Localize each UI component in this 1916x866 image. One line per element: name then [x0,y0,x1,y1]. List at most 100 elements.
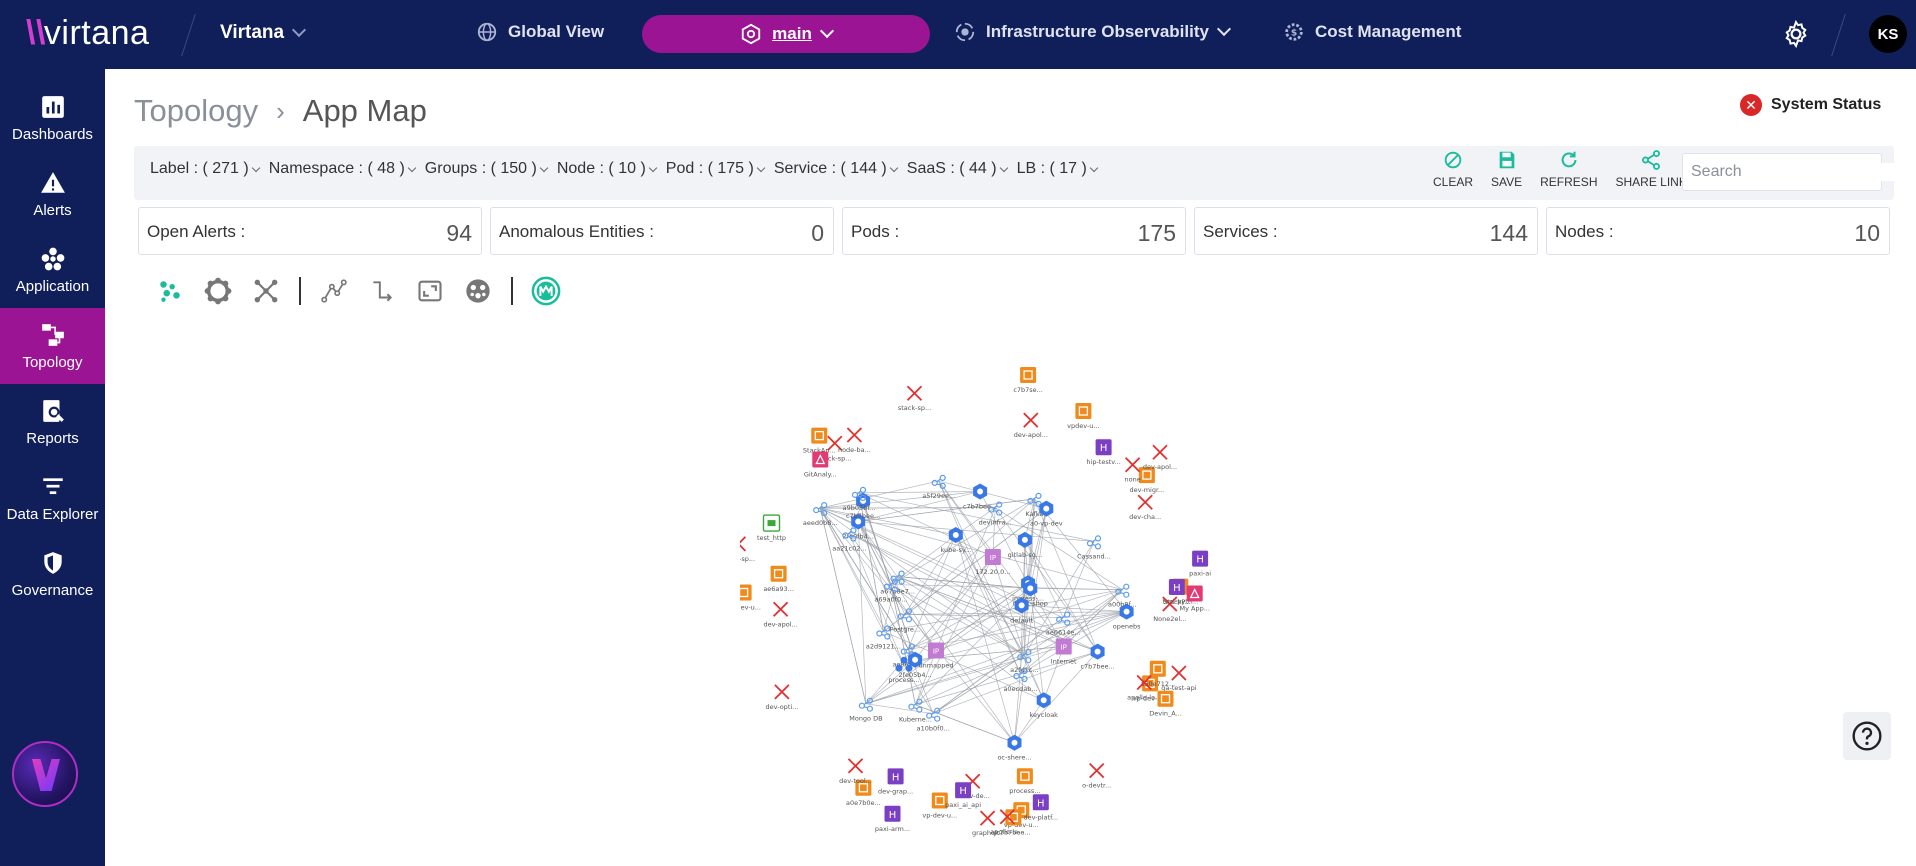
graph-node-err[interactable]: dev-cha... [1129,494,1161,521]
graph-node-lb[interactable]: process... [1009,768,1040,795]
virtana-badge-logo[interactable] [12,741,78,807]
graph-node-saas[interactable]: Hpaxi-ai [1189,550,1211,578]
metric-toggle-button[interactable] [531,276,561,306]
hexagon-icon [741,23,761,45]
graph-node-svc[interactable]: Cassand... [1077,535,1111,561]
chevron-down-icon [1089,163,1099,172]
graph-node-err[interactable]: node-ba... [838,427,871,454]
help-icon [1852,721,1882,751]
graph-node-saas[interactable]: Hpaxi-arm... [875,805,910,833]
graph-node-err[interactable]: o-devtr... [1082,762,1111,790]
stat-nodes[interactable]: Nodes : 10 [1546,207,1890,255]
sidebar-item-application[interactable]: Application [0,232,105,308]
sidebar-item-topology[interactable]: Topology [0,308,105,384]
graph-node-kube[interactable]: c7b7bee... [963,483,997,511]
chevron-down-icon [292,22,307,38]
search-input[interactable] [1691,163,1898,181]
filter-label: SaaS : ( 44 ) [906,160,997,177]
graph-node-saas[interactable]: Hhip-testv... [1086,439,1121,466]
graph-node-label: a0ecdab... [1003,685,1037,693]
graph-node-kube[interactable]: kube-sy... [940,527,971,554]
graph-node-err[interactable]: dev-opti... [765,684,798,711]
filter-dropdown[interactable]: Service : ( 144 ) [774,160,899,178]
stat-services[interactable]: Services : 144 [1194,207,1538,255]
sidebar-item-data-explorer[interactable]: Data Explorer [0,460,105,536]
filter-dropdown[interactable]: Namespace : ( 48 ) [269,160,417,178]
step-button[interactable] [367,276,397,306]
graph-node-lb[interactable]: ae6a93... [763,565,794,593]
topology-graph[interactable]: IPInternetvp-dev-u...o-devtr...dev-v-de.… [740,335,1300,865]
graph-node-err[interactable]: stack-sp... [740,536,755,563]
graph-node-err[interactable]: dev-apol... [1143,444,1177,471]
save-button[interactable]: SAVE [1482,149,1531,189]
expand-layout-button[interactable] [251,276,281,306]
circle-layout-button[interactable] [203,276,233,306]
stat-anomalous-entities[interactable]: Anomalous Entities : 0 [490,207,834,255]
cost-gear-icon: $ [1285,23,1303,41]
graph-node-label: dev-grap... [878,787,913,795]
graph-node-err[interactable]: stack-sp... [898,385,931,412]
graph-node-label: Devin_A... [1149,710,1182,718]
infra-icon [955,22,975,42]
graph-node-svc[interactable]: a5f29ee... [922,474,955,500]
nav-global-view[interactable]: Global View [476,21,604,43]
tenant-label: Virtana [220,22,285,43]
graph-node-err[interactable]: none [1124,457,1141,484]
graph-node-kube[interactable]: c7b7bee... [1080,643,1115,671]
warning-icon [40,171,65,193]
graph-node-http[interactable]: test_http [757,514,786,542]
graph-node-lb[interactable]: c7b7se... [1013,367,1043,394]
sidebar-item-reports[interactable]: Reports [0,384,105,460]
clear-button[interactable]: CLEAR [1424,149,1482,189]
refresh-button[interactable]: REFRESH [1531,149,1606,189]
filter-dropdown[interactable]: Pod : ( 175 ) [666,160,766,178]
sidebar-item-label: Dashboards [12,125,93,143]
filter-dropdown[interactable]: SaaS : ( 44 ) [906,160,1008,178]
filter-dropdown[interactable]: LB : ( 17 ) [1017,160,1099,178]
breadcrumb-topology[interactable]: Topology [134,93,258,129]
graph-node-kube[interactable]: oc-shere... [997,734,1032,762]
system-status[interactable]: ✕ System Status [1740,94,1881,116]
stat-pods[interactable]: Pods : 175 [842,207,1186,255]
nav-infra-label: Infrastructure Observability [986,22,1209,41]
graph-node-label: vpdev-u... [1067,422,1099,430]
filter-dropdown[interactable]: Label : ( 271 ) [150,160,260,178]
nav-infrastructure-observability[interactable]: Infrastructure Observability [954,21,1232,43]
share-icon [1642,150,1661,170]
graph-node-label: a2d9121... [866,643,901,651]
graph-node-label: Postgre... [890,625,920,633]
sidebar-item-alerts[interactable]: Alerts [0,156,105,232]
group-button[interactable] [463,276,493,306]
graph-node-lb[interactable]: vp-dev-u... [740,584,761,612]
filter-dropdown[interactable]: Groups : ( 150 ) [425,160,549,178]
svg-text:H: H [959,786,967,797]
graph-node-err[interactable]: dev-apol... [763,601,798,628]
workspace-selector[interactable]: main [642,15,930,53]
graph-node-err[interactable]: dev-tool... [839,758,872,785]
user-avatar[interactable]: KS [1869,15,1907,53]
graph-node-saas[interactable]: Hdev-grap... [878,768,913,795]
help-button[interactable] [1843,712,1891,760]
filter-dropdown[interactable]: Node : ( 10 ) [557,160,658,178]
graph-node-lb[interactable]: vpdev-u... [1067,403,1100,430]
sidebar-item-governance[interactable]: Governance [0,536,105,612]
graph-node-label: dev-opti... [765,703,798,711]
user-initials: KS [1877,25,1899,43]
chevron-down-icon [819,23,834,39]
stat-open-alerts[interactable]: Open Alerts : 94 [138,207,482,255]
sidebar-item-dashboards[interactable]: Dashboards [0,80,105,156]
tenant-selector[interactable]: Virtana [220,22,307,44]
cluster-layout-button[interactable] [155,276,185,306]
virtana-logo[interactable]: \\ virtana [26,14,149,53]
graph-node-svc[interactable]: Postgre... [890,608,920,634]
search-box [1682,153,1898,191]
path-button[interactable] [319,276,349,306]
graph-node-lb[interactable]: StackAp... [803,427,836,455]
fit-screen-button[interactable] [415,276,445,306]
graph-node-err[interactable]: dev-apol... [1014,412,1048,439]
graph-node-svc[interactable]: aeed0b8... [803,502,838,527]
svg-text:IP: IP [933,648,939,656]
gear-icon[interactable] [1781,19,1811,49]
nav-cost-management[interactable]: $ Cost Management [1283,21,1461,43]
graph-node-ip[interactable]: IP 172.20.0... [975,549,1010,576]
